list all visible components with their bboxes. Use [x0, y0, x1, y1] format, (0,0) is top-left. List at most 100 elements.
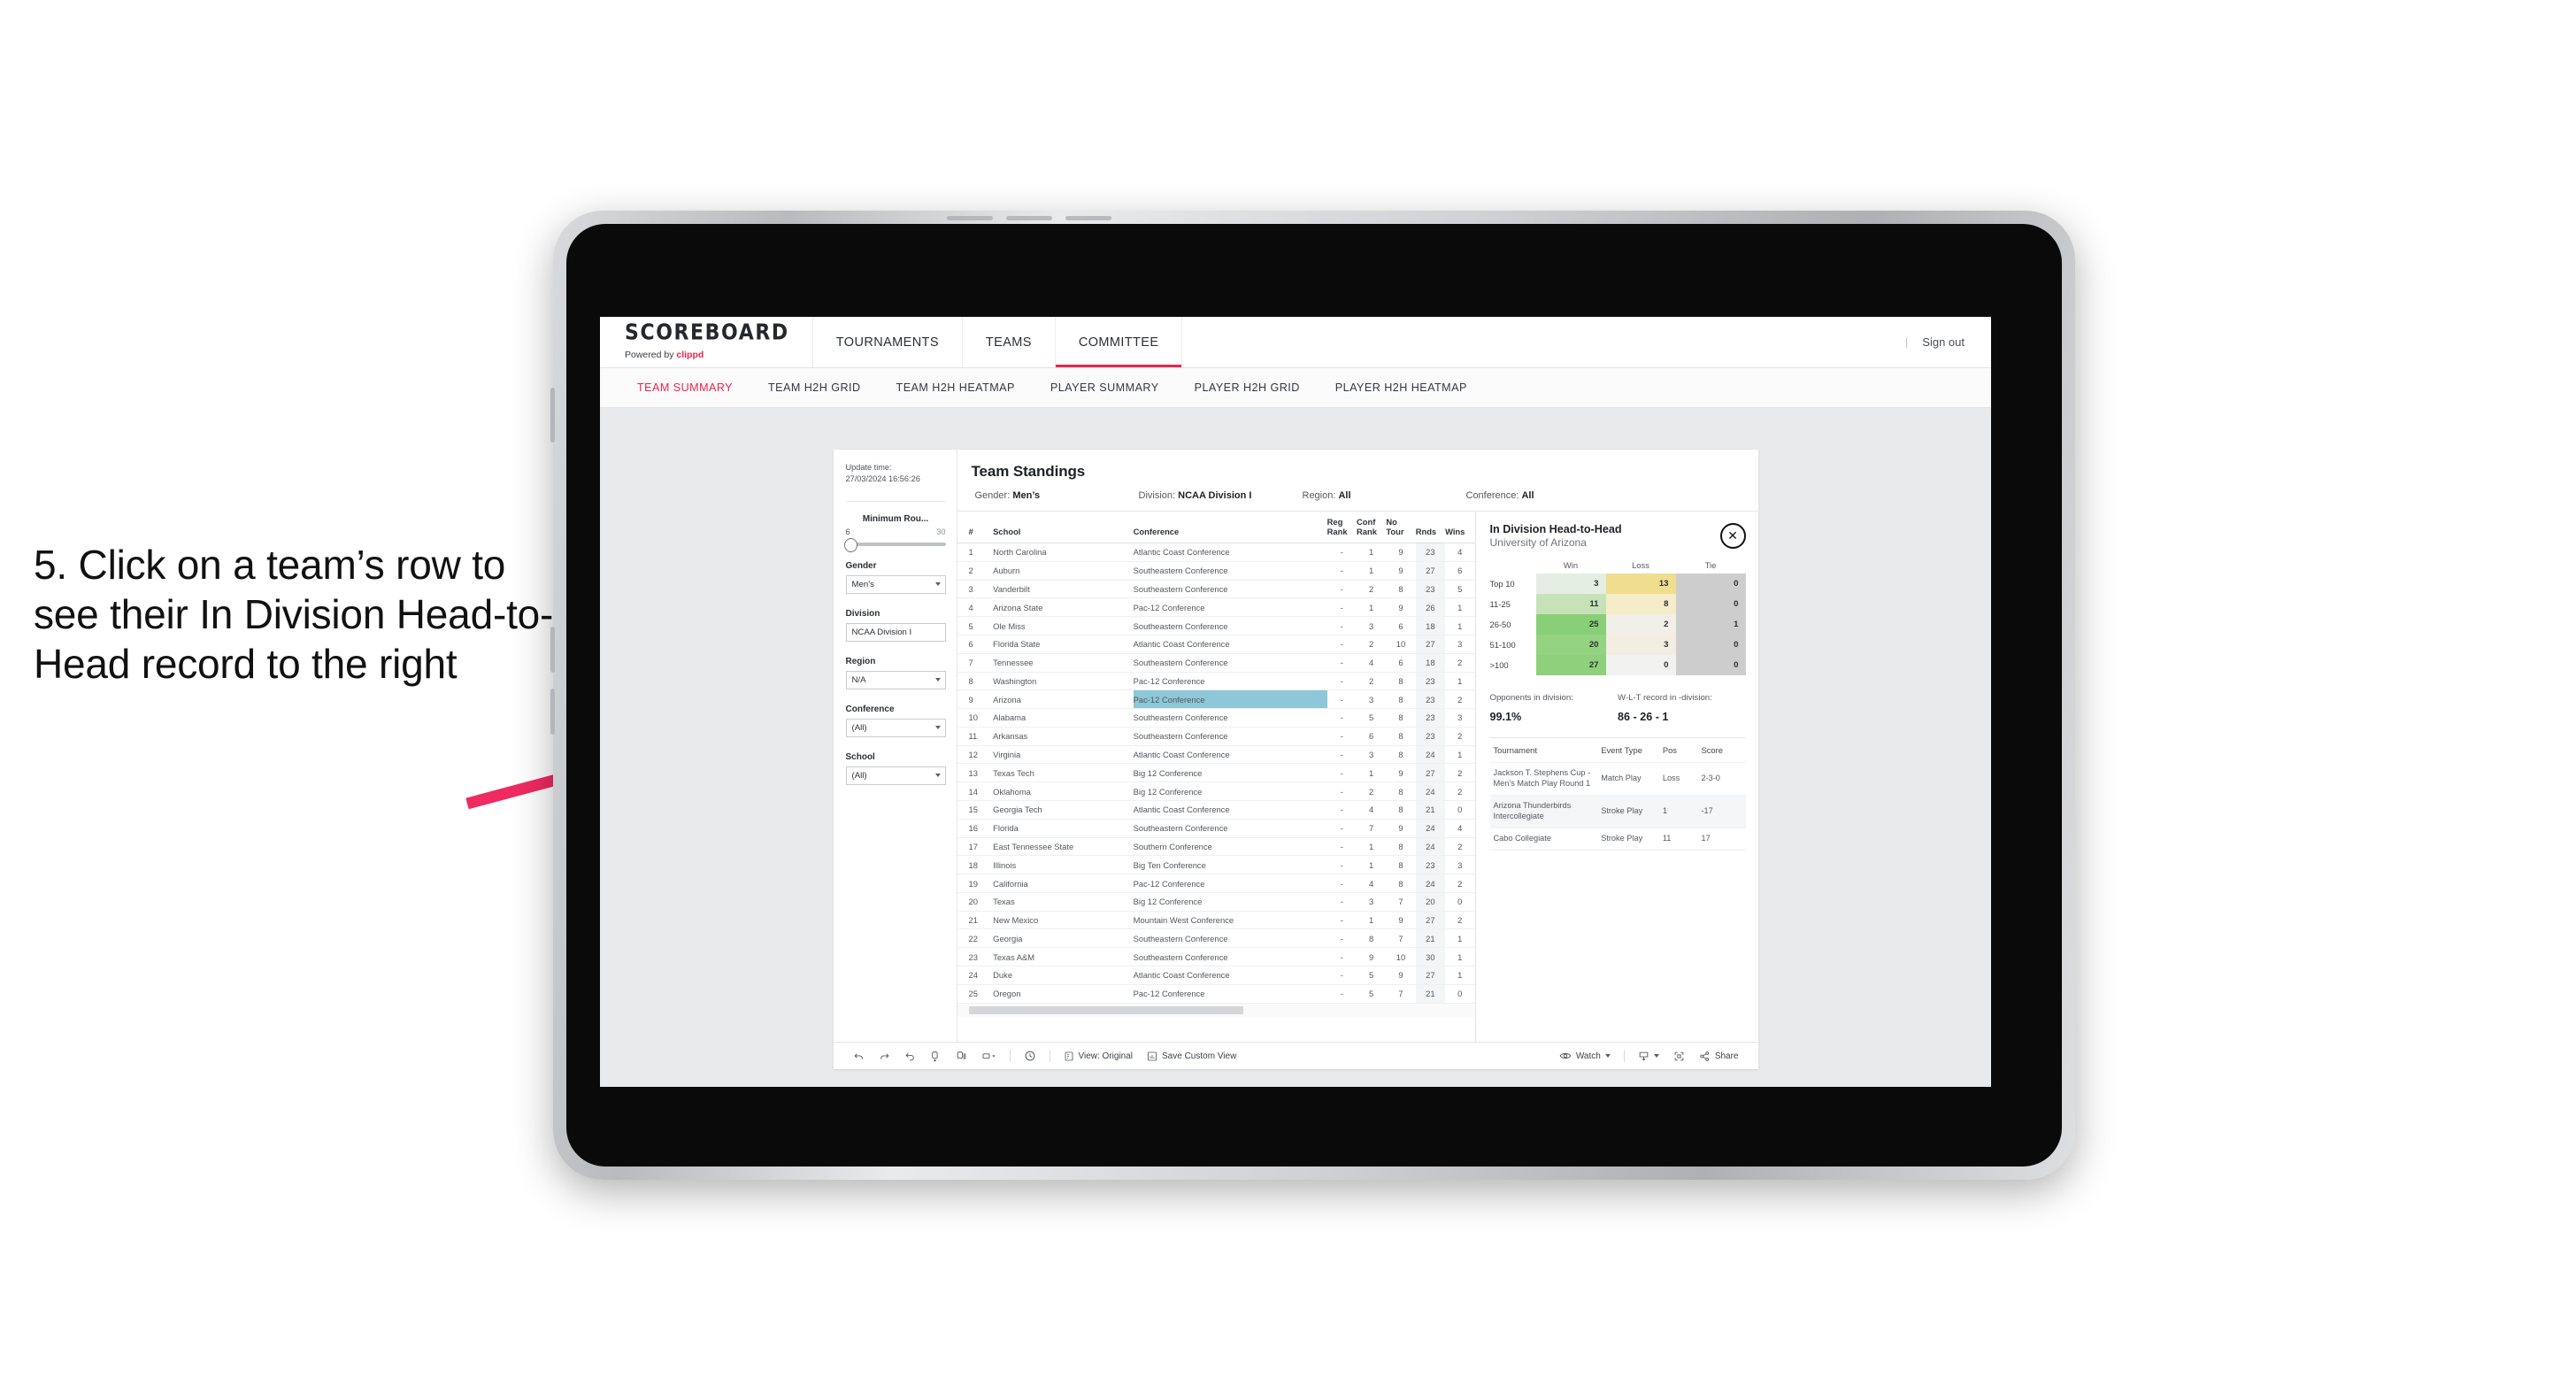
- col-rank[interactable]: #: [957, 512, 994, 544]
- list-item[interactable]: Cabo Collegiate Stroke Play 11 17: [1489, 828, 1746, 851]
- sub-nav-team-summary[interactable]: TEAM SUMMARY: [619, 381, 750, 394]
- fullscreen-icon: [1674, 1051, 1684, 1060]
- table-row[interactable]: 18 Illinois Big Ten Conference -1 8 23 3: [957, 855, 1475, 875]
- table-row[interactable]: 16 Florida Southeastern Conference -7 9 24 4: [957, 819, 1475, 838]
- tablet-volume-up-button[interactable]: [550, 627, 555, 673]
- col-wins[interactable]: Wins: [1445, 512, 1475, 544]
- col-conf-rank[interactable]: Conf Rank: [1356, 512, 1387, 544]
- rnds-cell: 23: [1415, 727, 1446, 746]
- revert-button[interactable]: [897, 1051, 923, 1062]
- table-row[interactable]: 11 Arkansas Southeastern Conference -6 8 23 2: [957, 727, 1475, 746]
- brand-logo[interactable]: SCOREBOARD Powered by clippd: [600, 317, 813, 367]
- list-item[interactable]: Arizona Thunderbirds Intercollegiate Stro…: [1489, 795, 1746, 828]
- conference-cell: Pac-12 Conference: [1133, 672, 1327, 691]
- slider-handle[interactable]: [843, 537, 857, 552]
- filters-divider: [845, 500, 946, 502]
- top-nav-committee[interactable]: COMMITTEE: [1055, 317, 1183, 367]
- top-nav-teams[interactable]: TEAMS: [963, 317, 1056, 367]
- table-row[interactable]: 12 Virginia Atlantic Coast Conference -3 8 24…: [957, 745, 1475, 765]
- h2h-heatmap: Win Loss Tie Top 10 3 13 0 11-25 11 8 0 26-50 25 2…: [1490, 560, 1746, 675]
- table-row[interactable]: 25 Oregon Pac-12 Conference -5 7 21 0: [957, 984, 1475, 1004]
- main-panel: Team Standings Gender: Men’s Division: N…: [957, 450, 1758, 1042]
- table-row[interactable]: 24 Duke Atlantic Coast Conference -5 9 27 1: [957, 966, 1475, 985]
- sub-nav-player-h2h-grid[interactable]: PLAYER H2H GRID: [1177, 381, 1318, 394]
- rnds-cell: 21: [1415, 928, 1446, 949]
- col-no-tour[interactable]: No Tour: [1386, 512, 1416, 544]
- col-rnds[interactable]: Rnds: [1415, 512, 1446, 544]
- conf-rank-cell: 4: [1356, 653, 1387, 673]
- sub-nav-team-h2h-heatmap[interactable]: TEAM H2H HEATMAP: [879, 381, 1033, 394]
- table-row[interactable]: 14 Oklahoma Big 12 Conference -2 8 24 2: [957, 782, 1475, 801]
- reg-rank-cell: -: [1326, 892, 1357, 912]
- top-nav-tournaments[interactable]: TOURNAMENTS: [813, 317, 963, 367]
- table-row[interactable]: 17 East Tennessee State Southern Conferenc…: [957, 837, 1475, 857]
- table-row[interactable]: 4 Arizona State Pac-12 Conference -1 9 26 1: [957, 597, 1475, 618]
- brand-title: SCOREBOARD: [625, 320, 789, 345]
- table-row[interactable]: 5 Ole Miss Southeastern Conference -3 6 18 1: [957, 616, 1475, 635]
- table-row[interactable]: 20 Texas Big 12 Conference -3 7 20 0: [957, 892, 1475, 912]
- table-row[interactable]: 8 Washington Pac-12 Conference -2 8 23 1: [957, 672, 1475, 691]
- col-reg-rank[interactable]: Reg Rank: [1326, 512, 1357, 544]
- table-row[interactable]: 9 Arizona Pac-12 Conference -3 8 23 2: [957, 689, 1475, 710]
- col-tournament[interactable]: Tournament: [1489, 738, 1598, 763]
- col-score[interactable]: Score: [1697, 738, 1746, 763]
- col-pos[interactable]: Pos: [1658, 738, 1698, 763]
- table-row[interactable]: 22 Georgia Southeastern Conference -8 7 21 1: [957, 928, 1475, 949]
- table-row[interactable]: 2 Auburn Southeastern Conference -1 9 27 6: [957, 561, 1475, 581]
- division-select[interactable]: NCAA Division I: [845, 622, 946, 642]
- shape-dropdown-button[interactable]: [974, 1051, 1003, 1062]
- dashboard-sheet: Update time: 27/03/2024 16:56:26 Minimum…: [833, 450, 1758, 1069]
- refresh-data-button[interactable]: [923, 1051, 949, 1062]
- table-row[interactable]: 15 Georgia Tech Atlantic Coast Conference -…: [957, 800, 1475, 820]
- pause-updates-button[interactable]: [949, 1051, 974, 1062]
- wins-cell: 1: [1445, 966, 1475, 985]
- wins-cell: 2: [1445, 837, 1475, 857]
- download-button[interactable]: [1631, 1051, 1666, 1062]
- table-horizontal-scrollbar[interactable]: [957, 1003, 1475, 1017]
- table-row[interactable]: 1 North Carolina Atlantic Coast Conference…: [957, 543, 1475, 562]
- table-row[interactable]: 13 Texas Tech Big 12 Conference -1 9 27 2: [957, 763, 1475, 783]
- no-tour-cell: 9: [1386, 597, 1416, 618]
- table-row[interactable]: 7 Tennessee Southeastern Conference -4 6 18 2: [957, 653, 1475, 673]
- toolbar-divider: [1009, 1050, 1011, 1062]
- view-original-button[interactable]: View: Original: [1057, 1051, 1141, 1062]
- school-select[interactable]: (All): [845, 766, 946, 785]
- sub-nav-player-h2h-heatmap[interactable]: PLAYER H2H HEATMAP: [1318, 381, 1485, 394]
- school-cell: Texas Tech: [993, 763, 1134, 783]
- standings-table-container[interactable]: # School Conference Reg Rank Conf Rank N…: [957, 512, 1475, 1042]
- tablet-volume-down-button[interactable]: [550, 689, 555, 735]
- minimum-rounds-slider[interactable]: [843, 537, 946, 552]
- col-school[interactable]: School: [993, 512, 1134, 544]
- table-row[interactable]: 6 Florida State Atlantic Coast Conference -…: [957, 635, 1475, 654]
- conference-select[interactable]: (All): [845, 718, 946, 737]
- undo-button[interactable]: [846, 1051, 872, 1062]
- col-conference[interactable]: Conference: [1133, 512, 1327, 544]
- reg-rank-cell: -: [1326, 763, 1357, 783]
- region-select[interactable]: N/A: [845, 670, 946, 689]
- tablet-power-button[interactable]: [550, 388, 555, 443]
- watch-button[interactable]: Watch: [1552, 1051, 1618, 1061]
- close-icon[interactable]: ✕: [1719, 523, 1746, 549]
- table-row[interactable]: 19 California Pac-12 Conference -4 8 24 2: [957, 874, 1475, 893]
- fullscreen-button[interactable]: [1666, 1051, 1692, 1062]
- table-row[interactable]: 23 Texas A&M Southeastern Conference -9 10 30…: [957, 947, 1475, 967]
- h2h-heatmap-rows: Top 10 3 13 0 11-25 11 8 0 26-50 25 2 1 51-100 20 3 0 >1…: [1490, 574, 1746, 675]
- gender-select[interactable]: Men’s: [845, 574, 946, 594]
- sub-nav-player-summary[interactable]: PLAYER SUMMARY: [1033, 381, 1177, 394]
- update-time-value: 27/03/2024 16:56:26: [845, 474, 920, 484]
- table-row[interactable]: 10 Alabama Southeastern Conference -5 8 23 3: [957, 708, 1475, 728]
- share-button[interactable]: Share: [1692, 1051, 1746, 1062]
- pause-updates-icon: [957, 1051, 965, 1059]
- save-custom-view-button[interactable]: Save Custom View: [1140, 1051, 1243, 1062]
- table-row[interactable]: 3 Vanderbilt Southeastern Conference -2 8 23 5: [957, 580, 1475, 599]
- h2h-win-cell: 11: [1535, 594, 1606, 614]
- history-button[interactable]: [1017, 1050, 1043, 1062]
- list-item[interactable]: Jackson T. Stephens Cup - Men’s Match Pl…: [1489, 762, 1746, 796]
- redo-button[interactable]: [872, 1051, 897, 1062]
- col-event-type[interactable]: Event Type: [1597, 738, 1659, 763]
- sub-nav-team-h2h-grid[interactable]: TEAM H2H GRID: [750, 381, 879, 394]
- scrollbar-thumb[interactable]: [968, 1005, 1243, 1014]
- undo-icon: [854, 1052, 863, 1059]
- table-row[interactable]: 21 New Mexico Mountain West Conference -1 9 2…: [957, 911, 1475, 930]
- sign-out-link[interactable]: Sign out: [1922, 335, 1965, 349]
